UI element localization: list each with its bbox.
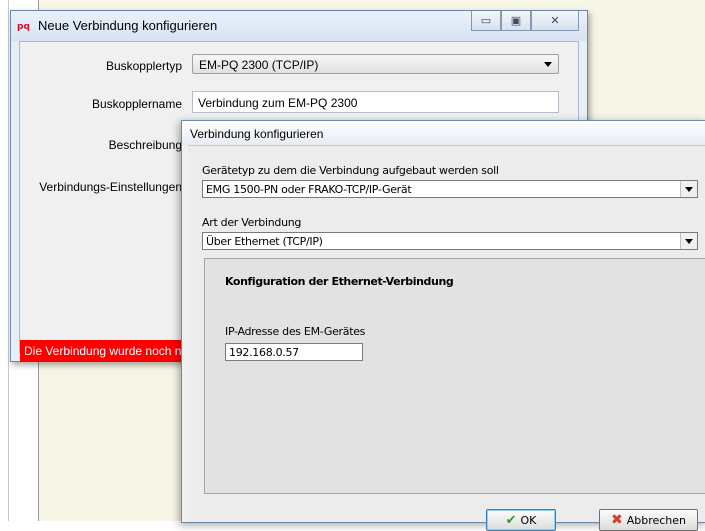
- ip-address-value: 192.168.0.57: [229, 346, 299, 359]
- cancel-label: Abbrechen: [626, 513, 687, 527]
- art-label: Art der Verbindung: [202, 216, 302, 229]
- checkmark-icon: ✔: [505, 512, 517, 528]
- ip-label: IP-Adresse des EM-Gerätes: [225, 325, 366, 338]
- cancel-button[interactable]: ✖ Abbrechen: [599, 509, 698, 531]
- dialog-client-area: Gerätetyp zu dem die Verbindung aufgebau…: [188, 145, 705, 531]
- ethernet-config-panel: Konfiguration der Ethernet-Verbindung IP…: [204, 258, 705, 494]
- dropdown-button[interactable]: [680, 181, 697, 197]
- maximize-icon: ▣: [510, 15, 522, 27]
- geraetetyp-value: EMG 1500-PN oder FRAKO-TCP/IP-Gerät: [206, 183, 412, 196]
- cancel-x-icon: ✖: [610, 512, 623, 528]
- configure-connection-dialog: Verbindung konfigurieren Gerätetyp zu de…: [181, 120, 705, 531]
- app-logo-icon: pq: [17, 22, 30, 32]
- window-title: Neue Verbindung konfigurieren: [38, 18, 218, 33]
- art-value: Über Ethernet (TCP/IP): [206, 235, 323, 248]
- art-select[interactable]: Über Ethernet (TCP/IP): [202, 232, 698, 250]
- buskopplername-field[interactable]: Verbindung zum EM-PQ 2300: [192, 91, 559, 113]
- background-divider: [8, 0, 9, 521]
- buskopplertyp-label: Buskopplertyp: [105, 59, 182, 73]
- geraetetyp-label: Gerätetyp zu dem die Verbindung aufgebau…: [202, 164, 499, 177]
- buskopplername-value: Verbindung zum EM-PQ 2300: [198, 96, 358, 110]
- buskopplertyp-select[interactable]: EM-PQ 2300 (TCP/IP): [192, 54, 559, 74]
- ok-label: OK: [520, 513, 537, 527]
- dialog-titlebar[interactable]: Verbindung konfigurieren: [182, 121, 705, 145]
- status-bar: Die Verbindung wurde noch n: [20, 340, 200, 362]
- dropdown-button[interactable]: [680, 233, 697, 249]
- close-button[interactable]: ✕: [531, 11, 579, 31]
- verbindungs-einstellungen-label: Verbindungs-Einstellungen: [39, 180, 182, 194]
- geraetetyp-select[interactable]: EMG 1500-PN oder FRAKO-TCP/IP-Gerät: [202, 180, 698, 198]
- maximize-button[interactable]: ▣: [501, 11, 531, 31]
- ip-address-field[interactable]: 192.168.0.57: [225, 343, 363, 361]
- dialog-title: Verbindung konfigurieren: [190, 127, 324, 141]
- beschreibung-label: Beschreibung: [108, 138, 182, 152]
- chevron-down-icon: [685, 187, 693, 192]
- chevron-down-icon: [544, 62, 552, 67]
- chevron-down-icon: [685, 239, 693, 244]
- buskopplertyp-value: EM-PQ 2300 (TCP/IP): [199, 58, 319, 72]
- window-titlebar[interactable]: pq Neue Verbindung konfigurieren ▭ ▣ ✕: [11, 11, 587, 41]
- ok-button[interactable]: ✔ OK: [486, 509, 556, 531]
- panel-title: Konfiguration der Ethernet-Verbindung: [225, 275, 454, 288]
- svg-text:pq: pq: [17, 22, 30, 32]
- close-icon: ✕: [550, 15, 560, 27]
- buskopplername-label: Buskopplername: [91, 97, 182, 111]
- minimize-icon: ▭: [480, 15, 492, 27]
- minimize-button[interactable]: ▭: [471, 11, 501, 31]
- status-text: Die Verbindung wurde noch n: [24, 344, 182, 358]
